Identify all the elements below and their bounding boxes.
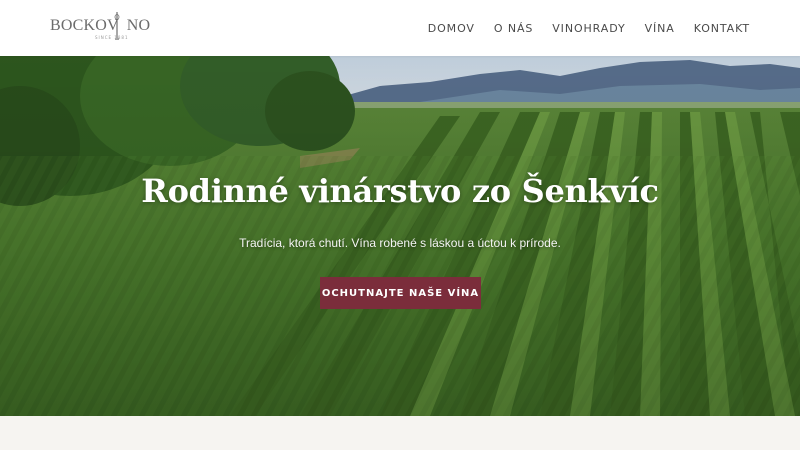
nav-item-domov[interactable]: DOMOV [428, 22, 475, 35]
logo[interactable]: BOCKOV NO SINCE 1881 [50, 12, 150, 44]
hero-subtitle: Tradícia, ktorá chutí. Vína robené s lás… [239, 236, 561, 250]
nav-item-o-nas[interactable]: O NÁS [494, 22, 533, 35]
next-section [0, 416, 800, 450]
nav-item-kontakt[interactable]: KONTAKT [694, 22, 750, 35]
nav-item-vina[interactable]: VÍNA [645, 22, 675, 35]
site-header: BOCKOV NO SINCE 1881 DOMOV O NÁS VINOHRAD… [0, 0, 800, 56]
hero-section: Rodinné vinárstvo zo Šenkvíc Tradícia, k… [0, 56, 800, 416]
hero-title: Rodinné vinárstvo zo Šenkvíc [141, 172, 659, 210]
nav-item-vinohrady[interactable]: VINOHRADY [552, 22, 625, 35]
logo-wordmark: BOCKOV NO [50, 17, 151, 34]
logo-subtext: SINCE 1881 [95, 35, 129, 40]
taste-wines-button[interactable]: OCHUTNAJTE NAŠE VÍNA [320, 277, 481, 309]
main-nav: DOMOV O NÁS VINOHRADY VÍNA KONTAKT [428, 0, 750, 56]
